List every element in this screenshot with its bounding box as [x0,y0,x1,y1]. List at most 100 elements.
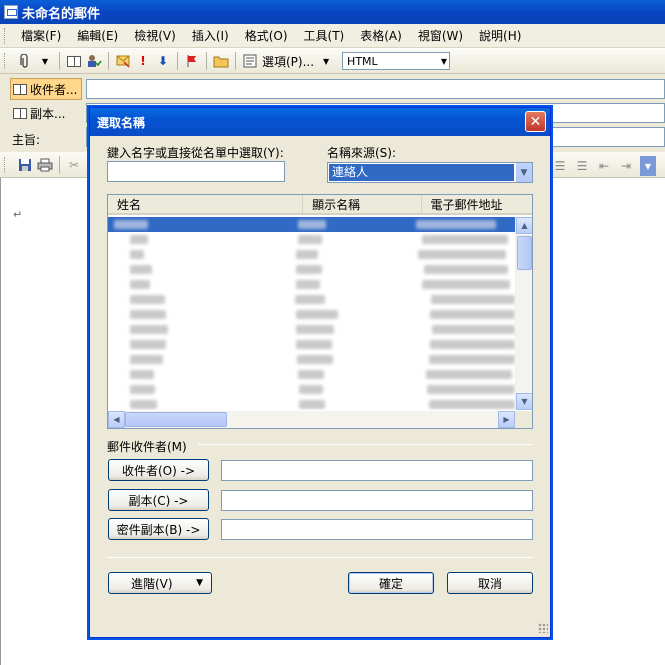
menu-view[interactable]: 檢視(V) [126,27,184,44]
column-header-name[interactable]: 姓名 [108,195,304,213]
toolbar-options-icon[interactable]: ▼ [640,156,656,176]
toolbar-separator [59,52,60,70]
names-list[interactable]: 姓名 顯示名稱 電子郵件地址 ▲ ▼ ◀ ▶ [107,194,533,429]
horizontal-scroll-thumb[interactable] [125,412,227,427]
increase-indent-icon[interactable]: ⇥ [618,158,634,174]
list-item[interactable] [108,367,515,382]
chevron-down-icon[interactable]: ▼ [37,53,53,69]
menu-table[interactable]: 表格(A) [352,27,410,44]
toolbar-separator [206,52,207,70]
message-format-value: HTML [347,54,378,68]
followup-flag-icon[interactable] [184,53,200,69]
menu-insert[interactable]: 插入(I) [184,27,237,44]
decrease-indent-icon[interactable]: ⇤ [596,158,612,174]
to-add-button[interactable]: 收件者(O) -> [108,459,209,481]
search-label: 鍵入名字或直接從名單中選取(Y): [107,146,284,160]
close-icon[interactable]: ✕ [525,111,546,132]
menubar: 檔案(F) 編輯(E) 檢視(V) 插入(I) 格式(O) 工具(T) 表格(A… [0,24,665,48]
paperclip-icon[interactable] [17,53,33,69]
resize-grip[interactable] [538,623,548,633]
cc-recipients-field[interactable] [221,490,533,511]
scroll-right-icon[interactable]: ▶ [498,411,515,428]
bcc-add-button[interactable]: 密件副本(B) -> [108,518,209,540]
chevron-down-icon: ▼ [440,56,448,66]
address-book-icon[interactable] [66,53,82,69]
menu-help[interactable]: 說明(H) [471,27,529,44]
address-book-icon [13,107,27,119]
menu-window[interactable]: 視窗(W) [410,27,471,44]
chevron-down-icon: ▼ [196,578,203,588]
menu-tools[interactable]: 工具(T) [296,27,353,44]
to-button[interactable]: 收件者... [10,78,82,100]
menu-format[interactable]: 格式(O) [237,27,296,44]
menu-file[interactable]: 檔案(F) [13,27,69,44]
cc-button[interactable]: 副本... [10,102,82,124]
menubar-grip[interactable] [4,27,7,44]
subject-label: 主旨: [12,133,41,147]
save-icon[interactable] [17,157,33,173]
options-icon[interactable] [242,53,258,69]
scroll-up-icon[interactable]: ▲ [516,217,532,234]
flag-message-icon[interactable] [115,53,131,69]
address-book-icon [13,83,27,95]
cut-icon[interactable]: ✂ [66,157,82,173]
list-item[interactable] [108,247,515,262]
advanced-button[interactable]: 進階(V) ▼ [108,572,212,594]
paragraph-mark: ↵ [13,208,23,221]
column-header-email[interactable]: 電子郵件地址 [422,195,532,213]
list-horizontal-scrollbar[interactable]: ◀ ▶ [108,411,515,428]
recipients-group-label: 郵件收件者(M) [107,440,187,454]
folder-icon[interactable] [213,53,229,69]
options-button[interactable]: 選項(P)... [262,53,314,70]
list-item[interactable] [108,397,515,410]
source-select-value: 連絡人 [329,164,514,181]
list-item[interactable] [108,292,515,307]
scroll-left-icon[interactable]: ◀ [108,411,125,428]
ok-button[interactable]: 確定 [348,572,434,594]
check-names-icon[interactable] [86,53,102,69]
dialog-titlebar[interactable]: 選取名稱 ✕ [90,108,550,136]
list-item[interactable] [108,307,515,322]
toolbar-separator [108,52,109,70]
menu-edit[interactable]: 編輯(E) [69,27,126,44]
to-field[interactable] [86,79,665,99]
advanced-label: 進階(V) [131,576,173,591]
to-recipients-field[interactable] [221,460,533,481]
list-vertical-scrollbar[interactable]: ▲ ▼ [515,217,532,410]
names-list-header: 姓名 顯示名稱 電子郵件地址 [108,195,532,215]
search-input[interactable] [107,161,285,182]
low-importance-icon[interactable]: ⬇ [155,53,171,69]
list-item[interactable] [108,262,515,277]
dialog-separator [107,557,533,558]
cancel-button[interactable]: 取消 [447,572,533,594]
list-item[interactable] [108,382,515,397]
list-item[interactable] [108,337,515,352]
list-item[interactable] [108,352,515,367]
dropdown-arrow-icon[interactable]: ▼ [515,163,532,182]
list-item[interactable] [108,217,515,232]
window-titlebar: 未命名的郵件 [0,0,665,24]
column-header-display-name[interactable]: 顯示名稱 [303,195,422,213]
toolbar-grip[interactable] [4,53,7,69]
toolbar-separator [235,52,236,70]
app-icon [4,5,18,19]
high-importance-icon[interactable]: ! [135,53,151,69]
message-format-select[interactable]: HTML ▼ [342,52,451,70]
toolbar-grip[interactable] [4,156,7,173]
bcc-recipients-field[interactable] [221,519,533,540]
chevron-down-icon[interactable]: ▼ [318,53,334,69]
bullets-icon[interactable]: ☰ [552,158,568,174]
list-item[interactable] [108,322,515,337]
list-item[interactable] [108,277,515,292]
print-icon[interactable] [37,157,53,173]
cc-add-button[interactable]: 副本(C) -> [108,489,209,511]
source-label: 名稱來源(S): [327,146,397,160]
scrollbar-corner [515,411,532,428]
names-list-rows [108,217,515,410]
scroll-down-icon[interactable]: ▼ [516,393,532,410]
source-select[interactable]: 連絡人 ▼ [327,162,533,183]
to-label: 收件者... [30,82,78,97]
vertical-scroll-thumb[interactable] [517,236,532,270]
numbering-icon[interactable]: ☰ [574,158,590,174]
list-item[interactable] [108,232,515,247]
